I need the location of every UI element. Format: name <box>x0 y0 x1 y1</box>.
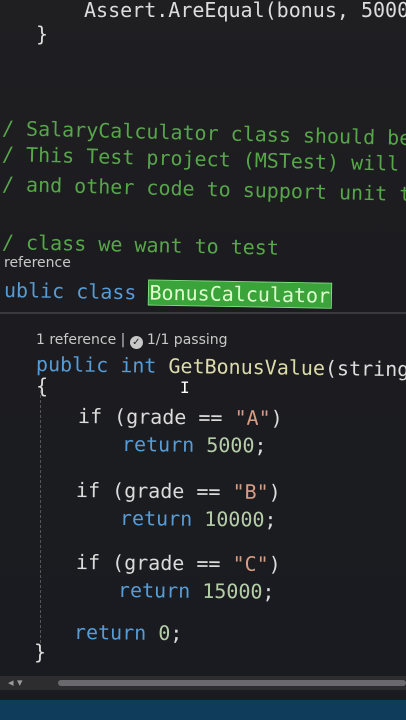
brace-line: } <box>36 22 48 46</box>
value-10000: 10000 <box>204 506 265 532</box>
close-brace-top: } <box>36 22 49 46</box>
string-b: "B" <box>232 479 269 505</box>
horizontal-scrollbar[interactable] <box>0 676 406 690</box>
indent-guide <box>40 390 41 648</box>
close-brace-line: } <box>34 640 46 664</box>
if-c-line: if (grade == "C") <box>76 550 281 576</box>
keyword-return-a: return <box>121 432 195 457</box>
method-params: (string gr <box>325 356 406 382</box>
class-declaration: ublic class BonusCalculator <box>3 278 333 309</box>
passing-tests-link[interactable]: 1/1 passing <box>147 332 228 348</box>
method-params-text: (string gr <box>324 356 406 382</box>
scrollbar-thumb[interactable] <box>58 680 406 686</box>
if-b-cond: if (grade == <box>75 478 233 504</box>
keyword-return-b: return <box>119 506 193 531</box>
class-codelens[interactable]: reference <box>4 255 71 271</box>
if-b-line: if (grade == "B") <box>76 478 281 504</box>
text-cursor-icon: I <box>180 378 190 397</box>
assert-text: Assert.AreEqual(bonus, 5000 <box>84 0 406 22</box>
keyword-public: ublic <box>3 278 65 304</box>
if-c-close: ) <box>268 552 281 577</box>
zoom-dropdown-icon[interactable]: ◂ ▾ <box>8 676 23 689</box>
semicolon-c: ; <box>262 579 275 604</box>
semicolon-b: ; <box>264 507 277 532</box>
value-0: 0 <box>158 620 171 646</box>
if-b-close: ) <box>268 480 281 505</box>
open-brace-line: { <box>36 374 48 398</box>
keyword-class: class <box>76 279 137 305</box>
method-name[interactable]: GetBonusValue <box>168 354 325 380</box>
method-reference-link[interactable]: 1 reference | <box>36 332 125 348</box>
keyword-return-c: return <box>117 578 191 603</box>
value-5000: 5000 <box>206 432 255 458</box>
class-name-highlight[interactable]: BonusCalculator <box>147 279 333 309</box>
method-signature: public int GetBonusValue(string gr <box>36 352 406 382</box>
string-a: "A" <box>234 405 271 431</box>
return-c-line: return 15000; <box>118 578 275 604</box>
assert-line: Assert.AreEqual(bonus, 5000 <box>84 0 406 22</box>
open-brace: { <box>36 374 49 398</box>
method-codelens[interactable]: 1 reference | ✓ 1/1 passing <box>36 332 228 349</box>
string-c: "C" <box>232 551 269 577</box>
code-editor[interactable]: Assert.AreEqual(bonus, 5000 } / SalaryCa… <box>0 0 406 720</box>
class-separator <box>0 312 406 314</box>
keyword-int: int <box>120 353 157 378</box>
check-circle-icon: ✓ <box>129 336 143 349</box>
close-brace: } <box>34 640 47 664</box>
return-default-line: return 0; <box>74 620 183 645</box>
value-15000: 15000 <box>202 578 263 604</box>
semicolon-a: ; <box>254 433 267 458</box>
status-bar <box>0 700 406 720</box>
if-a-line: if (grade == "A") <box>78 404 283 430</box>
if-c-cond: if (grade == <box>75 550 233 576</box>
if-a-close: ) <box>270 406 283 431</box>
comment-line-3: / and other code to support unit te <box>2 172 406 206</box>
comment-text-3: / and other code to support unit te <box>1 172 406 207</box>
return-a-line: return 5000; <box>122 432 267 458</box>
class-reference-link[interactable]: reference <box>4 255 71 271</box>
if-a-cond: if (grade == <box>77 404 235 430</box>
return-b-line: return 10000; <box>120 506 277 532</box>
semicolon-default: ; <box>170 621 183 646</box>
keyword-return-default: return <box>73 620 147 645</box>
